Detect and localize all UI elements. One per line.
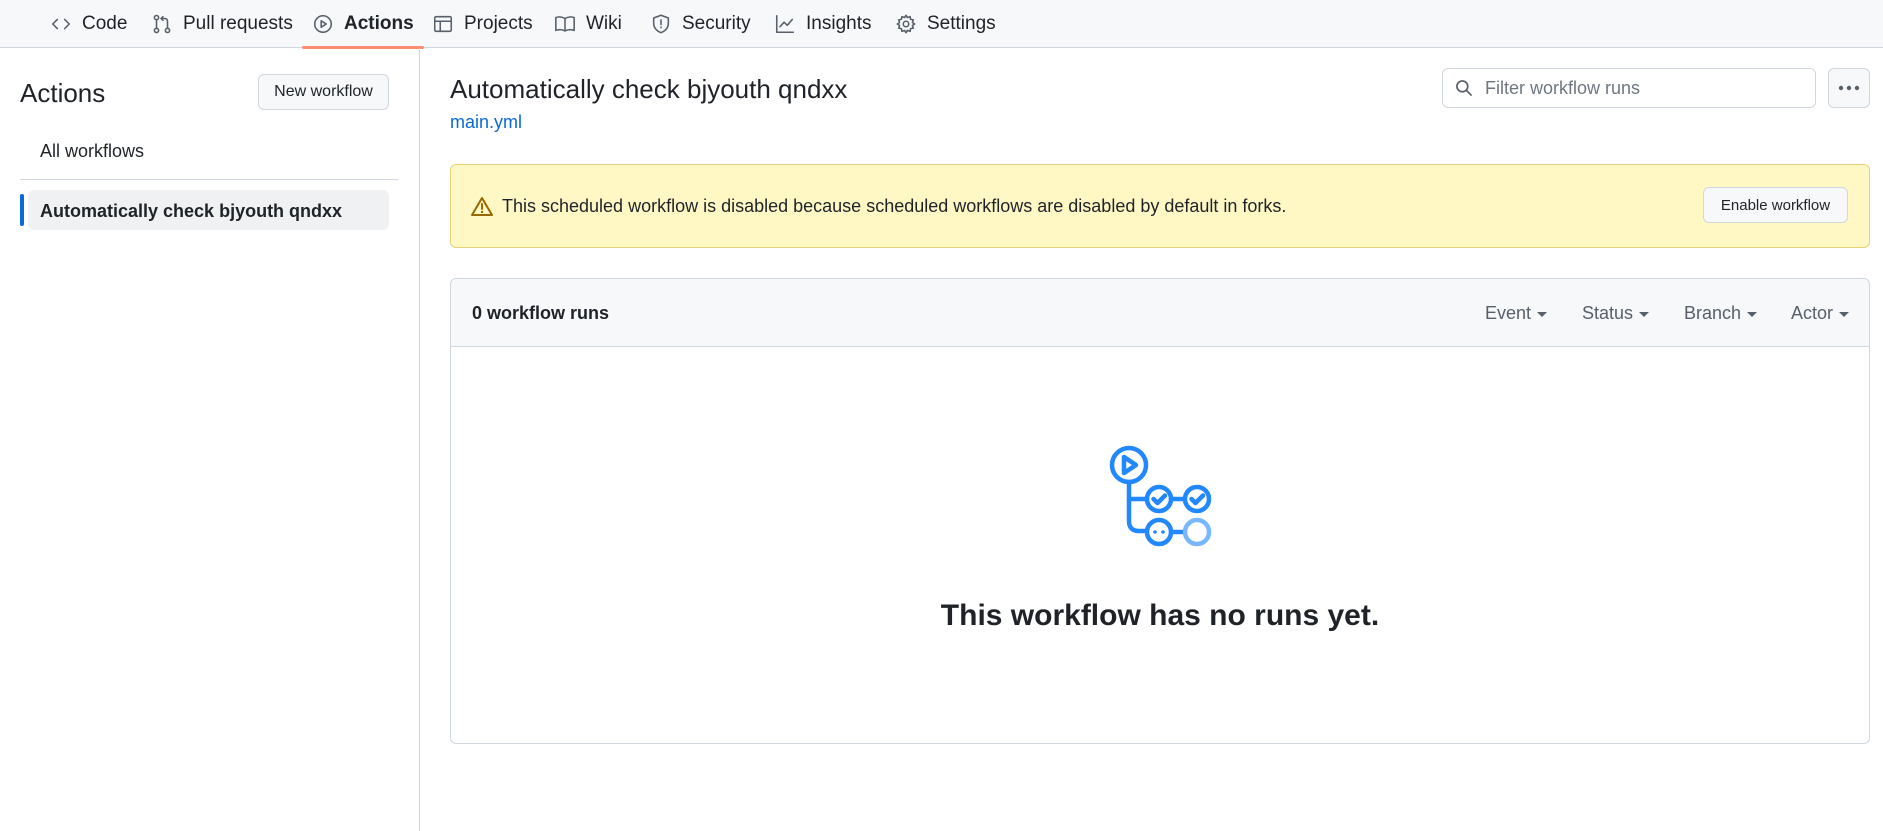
workflow-file-link[interactable]: main.yml xyxy=(450,112,522,133)
tab-label: Insights xyxy=(806,13,872,34)
filter-workflow-runs-input[interactable]: Filter workflow runs xyxy=(1442,68,1816,108)
tab-label: Security xyxy=(682,13,751,34)
book-icon xyxy=(555,16,575,32)
sidebar-item-all-workflows[interactable]: All workflows xyxy=(40,141,144,162)
sidebar-item-workflow[interactable]: Automatically check bjyouth qndxx xyxy=(40,201,342,222)
tab-pull-requests[interactable]: Pull requests xyxy=(151,0,293,48)
selected-indicator xyxy=(20,194,24,226)
repo-nav: Code Pull requests Actions Projects Wiki… xyxy=(0,0,1883,49)
tab-settings[interactable]: Settings xyxy=(895,0,996,48)
workflow-runs-box: 0 workflow runs Event Status Branch Acto… xyxy=(450,278,1870,744)
search-icon xyxy=(1456,80,1472,96)
flash-message: This scheduled workflow is disabled beca… xyxy=(502,196,1287,216)
filter-placeholder: Filter workflow runs xyxy=(1485,77,1641,98)
runs-header: 0 workflow runs Event Status Branch Acto… xyxy=(451,279,1869,347)
tab-code[interactable]: Code xyxy=(50,0,127,48)
tab-label: Projects xyxy=(464,13,533,34)
disabled-workflow-flash: This scheduled workflow is disabled beca… xyxy=(450,164,1870,248)
enable-workflow-button[interactable]: Enable workflow xyxy=(1703,187,1848,223)
alert-icon xyxy=(471,197,493,216)
dropdown-label: Actor xyxy=(1791,303,1834,323)
event-filter-dropdown[interactable]: Event xyxy=(1485,303,1548,324)
dropdown-label: Status xyxy=(1582,303,1634,323)
workflow-illustration-icon xyxy=(1109,445,1212,547)
dropdown-label: Event xyxy=(1485,303,1532,323)
tab-label: Settings xyxy=(927,13,996,34)
status-filter-dropdown[interactable]: Status xyxy=(1582,303,1650,324)
sidebar-title: Actions xyxy=(20,78,106,108)
workflow-title: Automatically check bjyouth qndxx xyxy=(450,74,848,104)
dropdown-label: Branch xyxy=(1684,303,1742,323)
tab-wiki[interactable]: Wiki xyxy=(554,0,622,48)
tab-actions[interactable]: Actions xyxy=(302,0,424,49)
tab-projects[interactable]: Projects xyxy=(432,0,533,48)
caret-down-icon xyxy=(1747,312,1758,317)
tab-label: Actions xyxy=(344,13,414,34)
table-icon xyxy=(433,15,453,33)
shield-icon xyxy=(652,14,670,34)
tab-security[interactable]: Security xyxy=(650,0,751,48)
tab-insights[interactable]: Insights xyxy=(774,0,871,48)
more-options-button[interactable] xyxy=(1828,68,1870,108)
empty-state-message: This workflow has no runs yet. xyxy=(940,599,1380,632)
actor-filter-dropdown[interactable]: Actor xyxy=(1791,303,1850,324)
code-icon xyxy=(51,18,71,30)
tab-label: Wiki xyxy=(586,13,622,34)
runs-count: 0 workflow runs xyxy=(472,303,610,323)
play-icon xyxy=(313,14,333,34)
branch-filter-dropdown[interactable]: Branch xyxy=(1684,303,1758,324)
caret-down-icon xyxy=(1639,312,1650,317)
kebab-horizontal-icon xyxy=(1838,85,1860,91)
tab-label: Pull requests xyxy=(183,13,293,34)
caret-down-icon xyxy=(1839,312,1850,317)
gear-icon xyxy=(896,14,916,34)
sidebar-divider xyxy=(20,179,398,180)
graph-icon xyxy=(775,14,795,34)
caret-down-icon xyxy=(1537,312,1548,317)
actions-sidebar: Actions New workflow All workflows Autom… xyxy=(0,48,420,831)
new-workflow-button[interactable]: New workflow xyxy=(258,74,389,110)
tab-label: Code xyxy=(82,13,128,34)
git-pull-request-icon xyxy=(153,14,171,34)
